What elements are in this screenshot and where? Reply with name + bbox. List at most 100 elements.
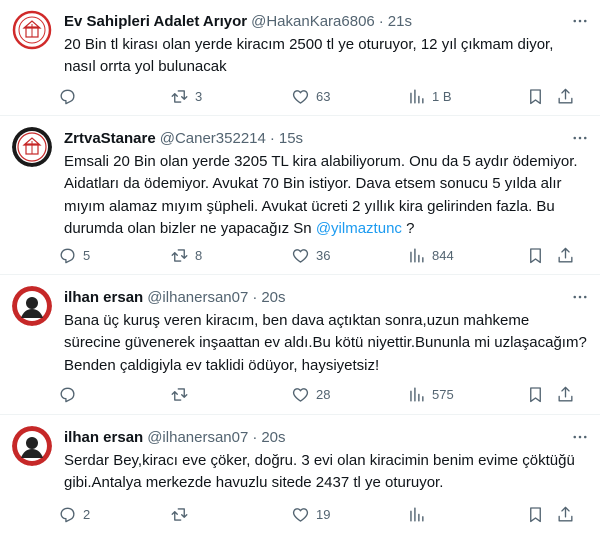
action-bar: 28 575 (56, 382, 588, 406)
bookmark-button[interactable] (526, 382, 545, 406)
reply-icon (60, 248, 75, 263)
avatar[interactable] (12, 127, 52, 167)
tweet-text: 20 Bin tl kirası olan yerde kiracım 2500… (64, 36, 554, 76)
share-button[interactable] (556, 502, 575, 526)
separator-dot: · (252, 288, 258, 306)
like-count: 28 (316, 386, 331, 402)
views-count: 575 (432, 386, 454, 402)
like-button[interactable]: 19 (291, 502, 330, 526)
retweet-icon (171, 507, 188, 521)
tweet-header: Ev Sahipleri Adalet Arıyor @HakanKara680… (64, 10, 412, 32)
display-name[interactable]: Ev Sahipleri Adalet Arıyor (64, 13, 247, 30)
reply-button[interactable] (58, 84, 83, 108)
share-button[interactable] (556, 382, 575, 406)
retweet-count: 3 (195, 88, 203, 104)
timestamp[interactable]: 20s (261, 289, 285, 306)
bookmark-button[interactable] (526, 502, 545, 526)
like-count: 63 (316, 88, 331, 104)
views-button[interactable]: 575 (407, 382, 454, 406)
retweet-button[interactable]: 3 (170, 84, 202, 108)
reply-button[interactable] (58, 382, 83, 406)
like-icon (292, 387, 309, 402)
tweet[interactable]: ilhan ersan @ilhanersan07 · 20s Bana üç … (0, 276, 600, 415)
views-button[interactable]: 1 B (407, 84, 452, 108)
like-button[interactable]: 36 (291, 243, 330, 267)
user-handle[interactable]: @HakanKara6806 (251, 13, 375, 30)
tweet-text: Emsali 20 Bin olan yerde 3205 TL kira al… (64, 151, 588, 241)
tweet-header: ilhan ersan @ilhanersan07 · 20s (64, 426, 286, 448)
views-icon (410, 506, 424, 522)
views-button[interactable]: 844 (407, 243, 454, 267)
bookmark-icon (530, 506, 541, 522)
user-handle[interactable]: @ilhanersan07 (147, 429, 248, 446)
more-icon[interactable] (568, 10, 592, 32)
views-count: 844 (432, 247, 454, 263)
bookmark-button[interactable] (526, 84, 545, 108)
bookmark-icon (530, 247, 541, 263)
share-button[interactable] (556, 84, 575, 108)
like-icon (292, 89, 309, 104)
reply-count: 5 (83, 247, 91, 263)
display-name[interactable]: ZrtvaStanare (64, 130, 156, 147)
share-button[interactable] (556, 243, 575, 267)
views-icon (410, 247, 424, 263)
separator-dot: · (252, 428, 258, 446)
timeline: Ev Sahipleri Adalet Arıyor @HakanKara680… (0, 0, 600, 536)
timestamp[interactable]: 21s (388, 13, 412, 30)
mention-link[interactable]: @yilmaztunc (316, 220, 402, 237)
views-icon (410, 386, 424, 402)
retweet-button[interactable] (170, 382, 195, 406)
display-name[interactable]: ilhan ersan (64, 429, 143, 446)
retweet-button[interactable] (170, 502, 195, 526)
like-button[interactable]: 28 (291, 382, 330, 406)
timestamp[interactable]: 15s (279, 130, 303, 147)
tweet-text: Bana üç kuruş veren kiracım, ben dava aç… (64, 312, 587, 374)
views-icon (410, 88, 424, 104)
avatar[interactable] (12, 10, 52, 50)
tweet[interactable]: Ev Sahipleri Adalet Arıyor @HakanKara680… (0, 0, 600, 116)
like-count: 19 (316, 506, 331, 522)
like-icon (292, 248, 309, 263)
tweet-header: ZrtvaStanare @Caner352214 · 15s (64, 127, 303, 149)
tweet[interactable]: ilhan ersan @ilhanersan07 · 20s Serdar B… (0, 416, 600, 536)
avatar[interactable] (12, 426, 52, 466)
reply-icon (60, 387, 75, 402)
like-button[interactable]: 63 (291, 84, 330, 108)
bookmark-button[interactable] (526, 243, 545, 267)
retweet-button[interactable]: 8 (170, 243, 202, 267)
views-button[interactable] (407, 502, 432, 526)
like-icon (292, 507, 309, 522)
reply-icon (60, 89, 75, 104)
tweet-header: ilhan ersan @ilhanersan07 · 20s (64, 286, 286, 308)
share-icon (558, 506, 573, 522)
action-bar: 2 19 (56, 502, 588, 526)
avatar[interactable] (12, 286, 52, 326)
retweet-icon (171, 248, 188, 262)
reply-icon (60, 507, 75, 522)
more-icon[interactable] (568, 426, 592, 448)
retweet-icon (171, 387, 188, 401)
retweet-count: 8 (195, 247, 203, 263)
share-icon (558, 88, 573, 104)
tweet-text-end: ? (401, 220, 415, 238)
reply-button[interactable]: 2 (58, 502, 90, 526)
user-handle[interactable]: @Caner352214 (160, 130, 266, 147)
retweet-icon (171, 89, 188, 103)
tweet[interactable]: ZrtvaStanare @Caner352214 · 15s Emsali 2… (0, 117, 600, 275)
action-bar: 5 8 36 844 (56, 243, 588, 267)
action-bar: 3 63 1 B (56, 84, 588, 108)
more-icon[interactable] (568, 286, 592, 308)
timestamp[interactable]: 20s (261, 429, 285, 446)
separator-dot: · (378, 12, 384, 30)
tweet-text: Serdar Bey,kiracı eve çöker, doğru. 3 ev… (64, 452, 575, 492)
bookmark-icon (530, 386, 541, 402)
separator-dot: · (269, 129, 275, 147)
more-icon[interactable] (568, 127, 592, 149)
like-count: 36 (316, 247, 331, 263)
share-icon (558, 247, 573, 263)
bookmark-icon (530, 88, 541, 104)
reply-button[interactable]: 5 (58, 243, 90, 267)
views-count: 1 B (432, 88, 452, 104)
display-name[interactable]: ilhan ersan (64, 289, 143, 306)
user-handle[interactable]: @ilhanersan07 (147, 289, 248, 306)
